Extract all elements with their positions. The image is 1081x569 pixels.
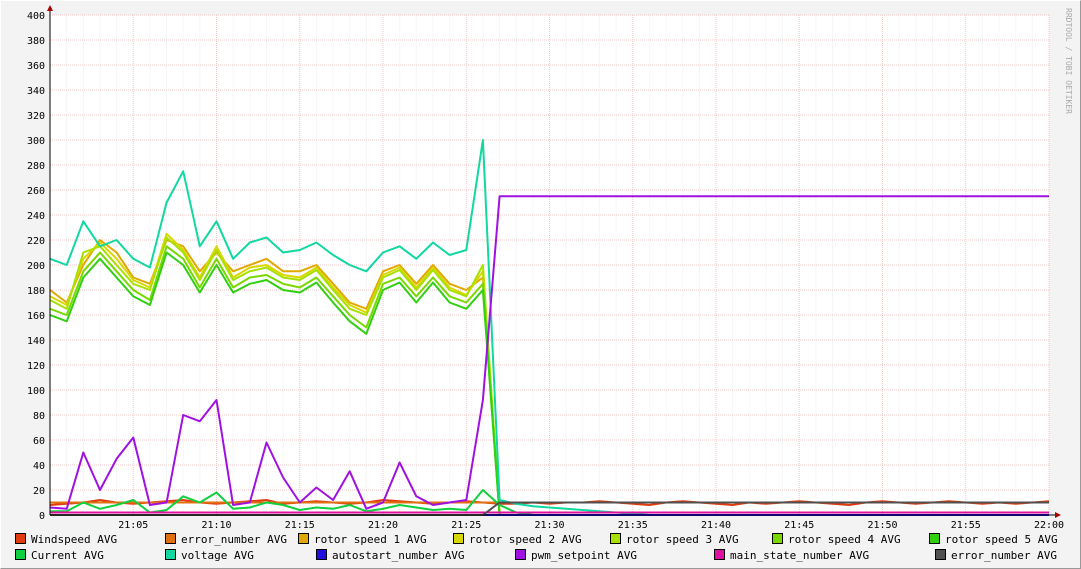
legend-label: Windspeed AVG: [31, 533, 118, 546]
x-tick-label: 21:45: [784, 520, 814, 531]
legend-label: error_number AVG: [181, 533, 287, 546]
legend-item: error_number AVG: [165, 533, 287, 546]
legend-label: main_state_number AVG: [730, 549, 870, 562]
y-tick-label: 200: [27, 261, 45, 272]
x-tick-label: 21:35: [618, 520, 648, 531]
rrd-chart: 0 20 40 60 80 100 120 140 160 180 200 220 240 260 280 3…: [0, 0, 1081, 569]
legend-label: rotor speed 4 AVG: [788, 533, 901, 546]
legend-label: Current AVG: [31, 549, 104, 562]
y-axis-arrow-icon: [47, 5, 53, 11]
y-tick-label: 20: [33, 486, 45, 497]
legend-item: rotor speed 3 AVG: [610, 533, 739, 546]
y-tick-label: 260: [27, 186, 45, 197]
legend-swatch: [15, 533, 26, 544]
legend-swatch: [929, 533, 940, 544]
legend-item: error_number AVG: [935, 549, 1057, 562]
x-tick-label: 21:50: [867, 520, 897, 531]
legend-swatch: [165, 549, 176, 560]
y-tick-label: 100: [27, 386, 45, 397]
legend-swatch: [298, 533, 309, 544]
legend-swatch: [935, 549, 946, 560]
legend-item: autostart_number AVG: [316, 549, 464, 562]
y-tick-label: 120: [27, 361, 45, 372]
x-axis-arrow-icon: [1055, 512, 1061, 518]
legend-swatch: [515, 549, 526, 560]
y-tick-label: 60: [33, 436, 45, 447]
legend-swatch: [453, 533, 464, 544]
legend-swatch: [772, 533, 783, 544]
plot: 0 20 40 60 80 100 120 140 160 180 200 220 240 260 280 3…: [27, 5, 1064, 531]
y-tick-label: 160: [27, 311, 45, 322]
legend-label: rotor speed 2 AVG: [469, 533, 582, 546]
x-tick-label: 21:15: [285, 520, 315, 531]
legend-label: pwm_setpoint AVG: [531, 549, 637, 562]
legend-swatch: [714, 549, 725, 560]
x-tick-label: 22:00: [1034, 520, 1064, 531]
x-tick-label: 21:40: [701, 520, 731, 531]
y-tick-label: 380: [27, 36, 45, 47]
legend-label: rotor speed 5 AVG: [945, 533, 1058, 546]
legend-swatch: [165, 533, 176, 544]
legend-label: rotor speed 3 AVG: [626, 533, 739, 546]
legend-item: rotor speed 5 AVG: [929, 533, 1058, 546]
x-tick-label: 21:25: [451, 520, 481, 531]
y-tick-label: 320: [27, 111, 45, 122]
y-tick-label: 40: [33, 461, 45, 472]
x-tick-label: 21:20: [368, 520, 398, 531]
x-tick-label: 21:30: [534, 520, 564, 531]
y-tick-label: 400: [27, 11, 45, 22]
y-tick-label: 280: [27, 161, 45, 172]
y-tick-label: 360: [27, 61, 45, 72]
y-tick-label: 0: [39, 511, 45, 522]
legend-item: pwm_setpoint AVG: [515, 549, 637, 562]
legend-item: voltage AVG: [165, 549, 254, 562]
legend-label: error_number AVG: [951, 549, 1057, 562]
legend-label: voltage AVG: [181, 549, 254, 562]
legend-label: autostart_number AVG: [332, 549, 465, 562]
legend-item: main_state_number AVG: [714, 549, 869, 562]
legend-item: rotor speed 1 AVG: [298, 533, 427, 546]
x-tick-label: 21:05: [118, 520, 148, 531]
x-tick-label: 21:10: [201, 520, 231, 531]
x-tick-label: 21:55: [951, 520, 981, 531]
watermark: RRDTOOL / TOBI OETIKER: [1064, 8, 1073, 114]
y-tick-label: 340: [27, 86, 45, 97]
y-tick-label: 80: [33, 411, 45, 422]
y-tick-label: 300: [27, 136, 45, 147]
legend-item: rotor speed 4 AVG: [772, 533, 901, 546]
y-tick-label: 180: [27, 286, 45, 297]
legend-item: Current AVG: [15, 549, 104, 562]
legend-item: rotor speed 2 AVG: [453, 533, 582, 546]
y-tick-label: 240: [27, 211, 45, 222]
legend-swatch: [610, 533, 621, 544]
legend-item: Windspeed AVG: [15, 533, 117, 546]
legend-swatch: [15, 549, 26, 560]
y-tick-label: 140: [27, 336, 45, 347]
legend-swatch: [316, 549, 327, 560]
legend-label: rotor speed 1 AVG: [314, 533, 427, 546]
y-tick-label: 220: [27, 236, 45, 247]
